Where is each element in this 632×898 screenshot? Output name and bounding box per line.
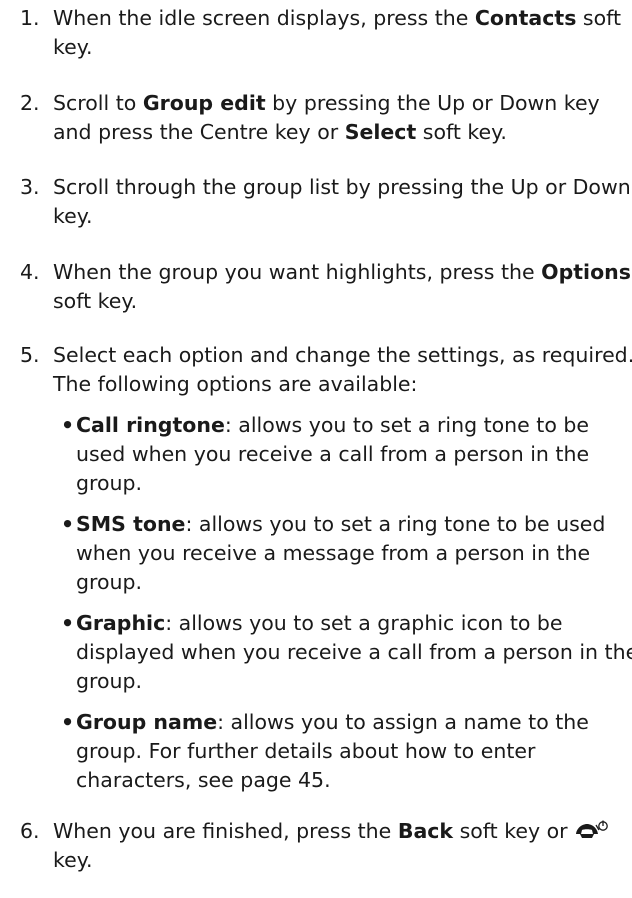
step-5: 5. Select each option and change the set… [20,341,632,795]
text-run: soft key or [453,819,575,843]
step-text: When the idle screen displays, press the… [53,4,632,62]
text-run: soft key. [53,289,138,313]
step-number: 6. [20,819,40,843]
options-list: • Call ringtone: allows you to set a rin… [53,411,632,795]
text-run: When the idle screen displays, press the [53,6,475,30]
step-1: 1. When the idle screen displays, press … [20,4,632,62]
text-run: key. [53,848,93,872]
contacts-key-label: Contacts [474,6,577,30]
back-key-label: Back [397,819,454,843]
option-term: Group name [76,710,218,734]
select-key-label: Select [344,120,417,144]
text-run: When the group you want highlights, pres… [53,260,542,284]
text-run: Scroll to [53,91,143,115]
step-text: Scroll to Group edit by pressing the Up … [53,89,632,147]
step-3: 3. Scroll through the group list by pres… [20,173,632,231]
end-power-key-icon [574,819,608,841]
text-run: soft key. [416,120,507,144]
option-term: SMS tone [76,512,186,536]
step-text: Select each option and change the settin… [53,341,632,399]
option-call-ringtone: • Call ringtone: allows you to set a rin… [61,411,632,498]
step-number: 3. [20,175,40,199]
step-6: 6. When you are finished, press the Back… [20,817,632,875]
bullet-marker: • [61,710,75,734]
step-4: 4. When the group you want highlights, p… [20,258,632,316]
step-text: When you are finished, press the Back so… [53,817,632,875]
option-group-name: • Group name: allows you to assign a nam… [61,708,632,795]
bullet-marker: • [61,413,75,437]
text-run: Scroll through the group list by pressin… [53,175,631,228]
step-2: 2. Scroll to Group edit by pressing the … [20,89,632,147]
step-number: 5. [20,343,40,367]
manual-page: 1. When the idle screen displays, press … [0,0,632,898]
bullet-marker: • [61,611,75,635]
text-run: Select each option and change the settin… [53,343,632,396]
option-term: Graphic [76,611,166,635]
options-key-label: Options [541,260,631,284]
option-term: Call ringtone [76,413,225,437]
option-graphic: • Graphic: allows you to set a graphic i… [61,609,632,696]
option-sms-tone: • SMS tone: allows you to set a ring ton… [61,510,632,597]
step-number: 4. [20,260,40,284]
group-edit-label: Group edit [142,91,266,115]
step-number: 1. [20,6,40,30]
step-text: Scroll through the group list by pressin… [53,173,632,231]
step-text: When the group you want highlights, pres… [53,258,632,316]
text-run: When you are finished, press the [53,819,398,843]
bullet-marker: • [61,512,75,536]
step-number: 2. [20,91,40,115]
